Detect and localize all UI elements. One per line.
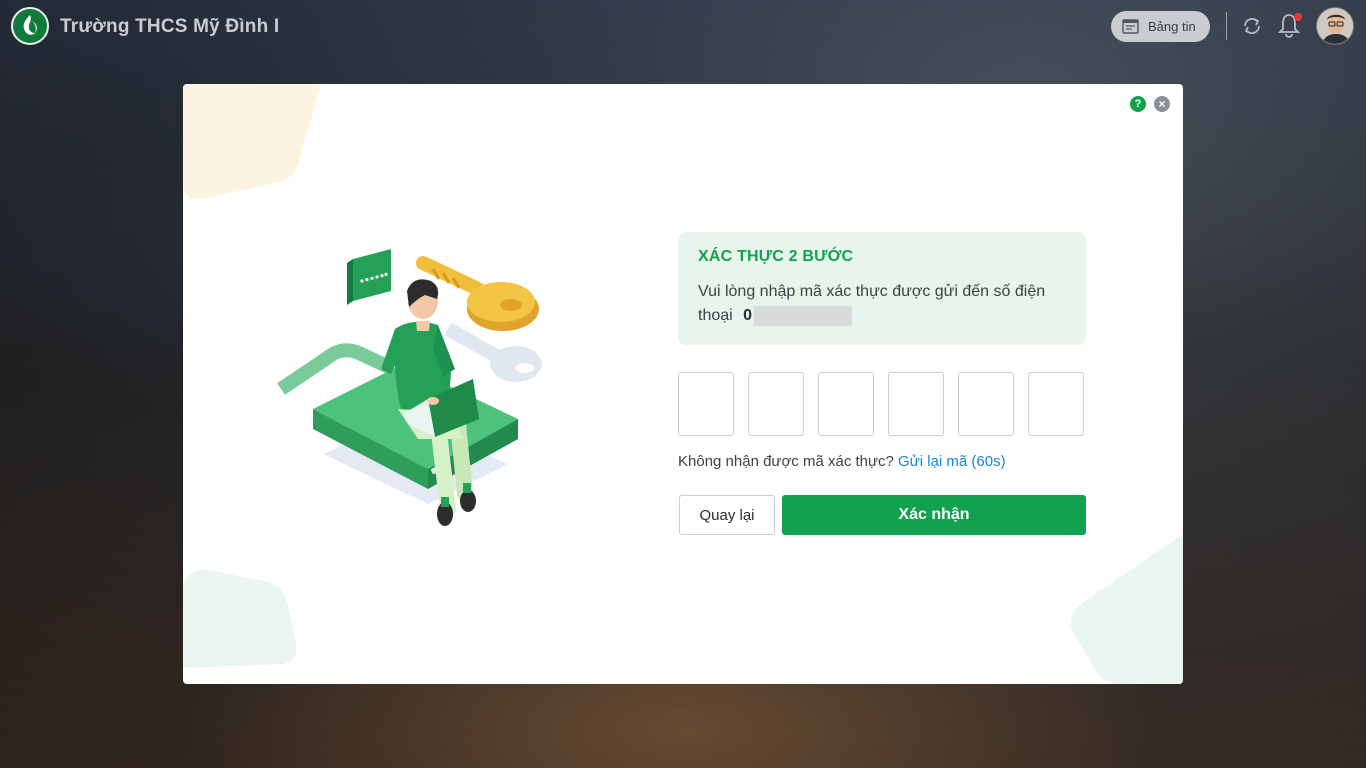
otp-input-group: [678, 372, 1084, 436]
otp-digit-3[interactable]: [818, 372, 874, 436]
avatar[interactable]: [1316, 7, 1354, 45]
otp-digit-6[interactable]: [1028, 372, 1084, 436]
info-message: Vui lòng nhập mã xác thực được gửi đến s…: [698, 280, 1066, 328]
notification-dot: [1294, 13, 1302, 21]
close-icon[interactable]: ×: [1154, 96, 1170, 112]
info-panel: XÁC THỰC 2 BƯỚC Vui lòng nhập mã xác thự…: [678, 232, 1086, 345]
security-illustration: [277, 249, 542, 526]
newspaper-icon: [1122, 19, 1139, 34]
decoration-shape: [183, 84, 321, 199]
decoration-shape: [1070, 534, 1183, 684]
otp-digit-4[interactable]: [888, 372, 944, 436]
phone-prefix: 0: [743, 307, 753, 324]
news-button[interactable]: Bảng tin: [1111, 11, 1210, 42]
two-step-verification-dialog: ? × XÁC THỰC 2 BƯỚC Vui lòng nhập mã xác…: [183, 84, 1183, 684]
sync-icon[interactable]: [1240, 13, 1264, 39]
otp-digit-5[interactable]: [958, 372, 1014, 436]
resend-prompt: Không nhận được mã xác thực?: [678, 453, 894, 470]
masked-phone-number: [754, 305, 853, 326]
top-bar: Trường THCS Mỹ Đình I Bảng tin: [0, 0, 1366, 54]
confirm-button[interactable]: Xác nhận: [782, 495, 1086, 535]
otp-digit-1[interactable]: [678, 372, 734, 436]
school-name[interactable]: Trường THCS Mỹ Đình I: [60, 16, 279, 38]
news-button-label: Bảng tin: [1148, 19, 1196, 34]
back-button[interactable]: Quay lại: [679, 495, 775, 535]
otp-digit-2[interactable]: [748, 372, 804, 436]
help-icon[interactable]: ?: [1130, 96, 1146, 112]
dialog-title: XÁC THỰC 2 BƯỚC: [698, 248, 854, 265]
resend-row: Không nhận được mã xác thực? Gửi lại mã …: [678, 453, 1006, 470]
decoration-shape: [183, 569, 297, 668]
divider: [1226, 12, 1227, 40]
resend-code-link[interactable]: Gửi lại mã (60s): [898, 453, 1006, 470]
school-logo-icon[interactable]: [11, 7, 49, 45]
